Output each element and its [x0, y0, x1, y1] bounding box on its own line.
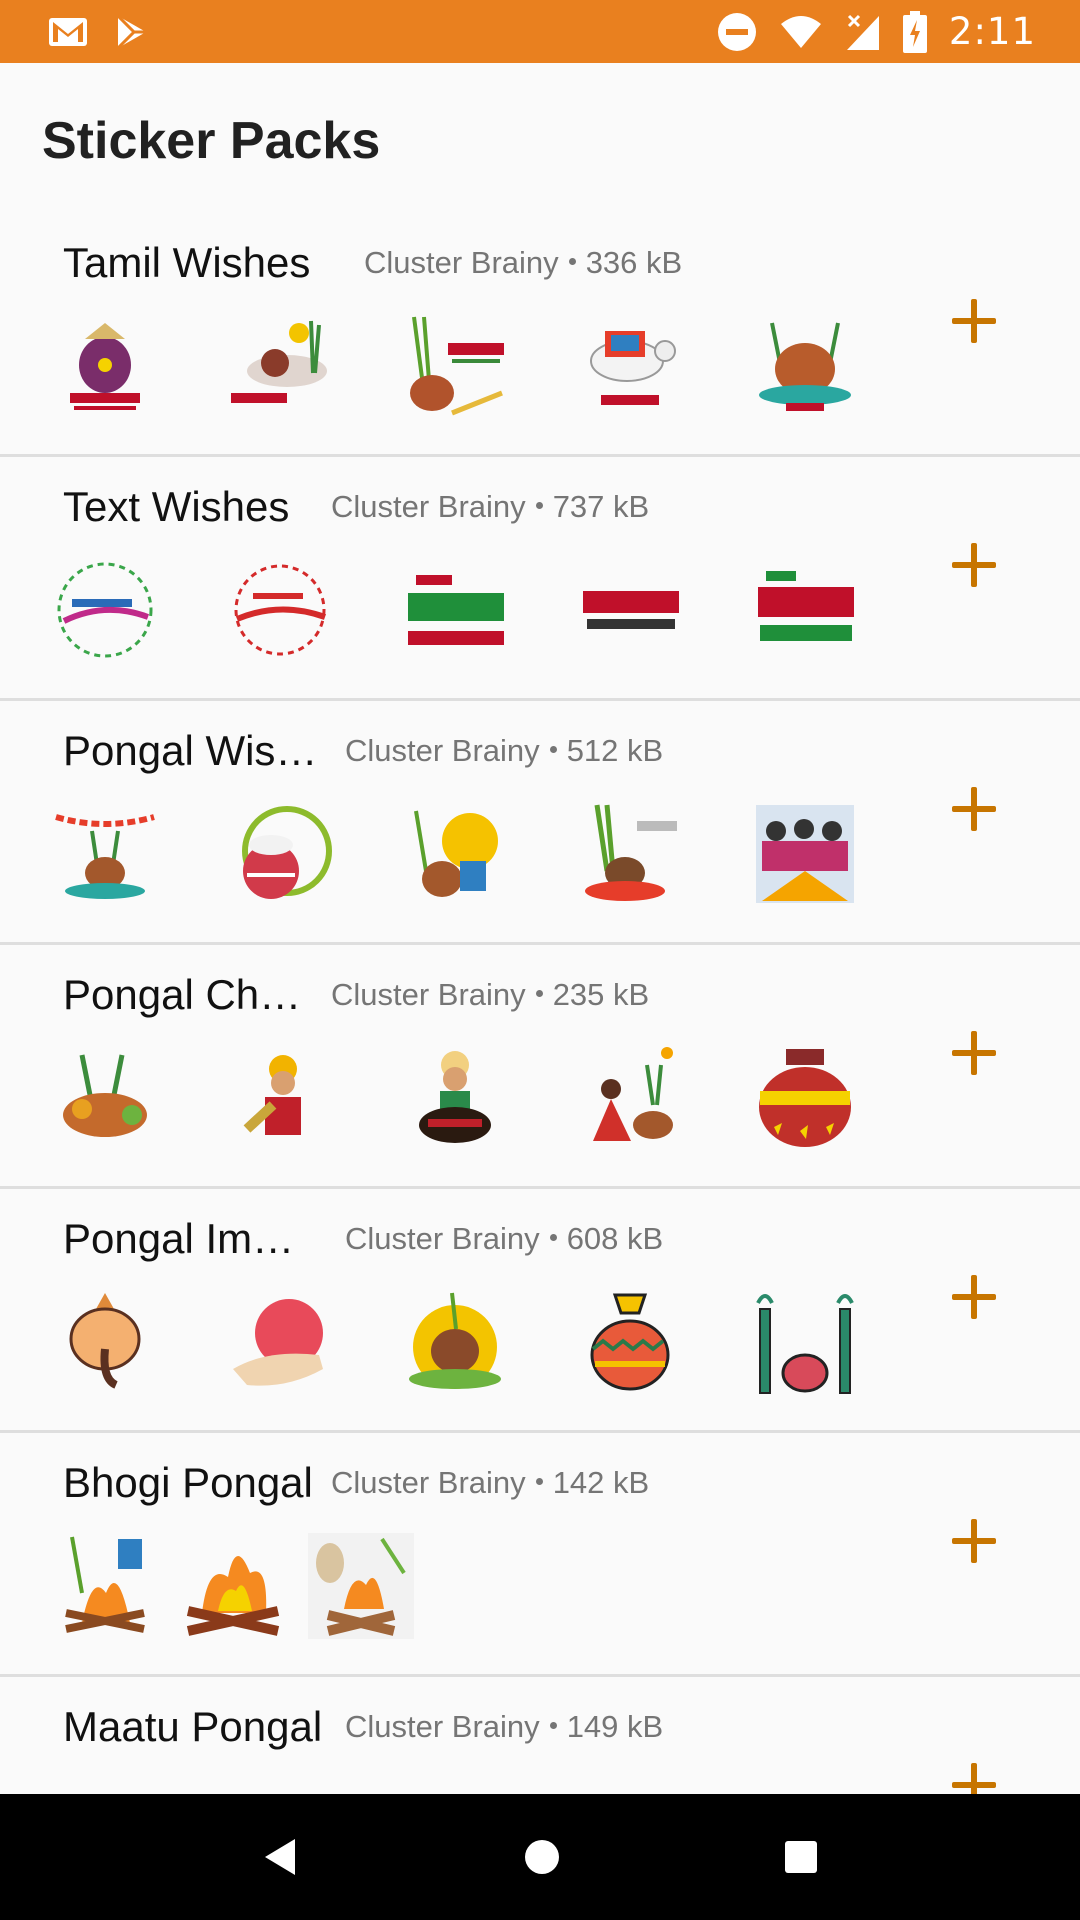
pack-meta: Cluster Brainy 608 kB	[345, 1221, 663, 1257]
do-not-disturb-icon	[717, 12, 756, 51]
add-pack-button[interactable]	[952, 1275, 996, 1319]
sticker-previews	[52, 557, 858, 663]
pack-meta: Cluster Brainy 149 kB	[345, 1709, 663, 1745]
rice-pot-sticker	[242, 806, 332, 899]
pack-title: Maatu Pongal	[63, 1703, 323, 1750]
girl-with-pot-sticker	[593, 1047, 673, 1141]
pack-title: Pongal Characters	[63, 971, 313, 1018]
page-title: Sticker Packs	[42, 112, 381, 170]
separator-dot	[549, 746, 557, 754]
add-pack-button[interactable]	[952, 787, 996, 831]
sugarcane-pot-icon-sticker	[756, 1294, 854, 1394]
sugarcane-pot-sticker	[410, 316, 504, 416]
home-icon[interactable]	[522, 1837, 562, 1877]
recents-icon[interactable]	[783, 1839, 819, 1875]
bonfire-drum-sticker	[308, 1533, 414, 1639]
sticker-pack-row[interactable]: Text Wishes Cluster Brainy 737 kB	[0, 457, 1080, 701]
pongal-pot-sticker	[70, 323, 140, 410]
separator-dot	[549, 1234, 557, 1242]
drummer-sticker	[419, 1051, 491, 1143]
pack-size: 512 kB	[566, 733, 664, 768]
pack-title: Pongal Images	[63, 1215, 313, 1262]
pongal-sun-pot-sticker	[414, 810, 498, 897]
pack-meta: Cluster Brainy 142 kB	[331, 1465, 649, 1501]
pack-publisher: Cluster Brainy	[345, 1221, 540, 1256]
ganesha-sticker	[69, 1293, 141, 1389]
sugarcane-kolam-sticker	[585, 804, 677, 901]
tamil-pongal-greetings-sticker	[758, 571, 854, 641]
pack-title: Tamil Wishes	[63, 239, 311, 286]
decorated-pot-sticker	[759, 1049, 851, 1147]
pack-title: Pongal Wishes	[63, 727, 327, 774]
sticker-previews	[52, 1533, 414, 1639]
festive-pot-bunting-sticker	[55, 814, 155, 899]
add-pack-button[interactable]	[952, 543, 996, 587]
horn-player-sticker	[243, 1055, 301, 1135]
app-bar: Sticker Packs	[0, 63, 1080, 213]
back-icon[interactable]	[261, 1835, 301, 1879]
crowd-celebration-sticker	[756, 805, 854, 903]
happy-pongal-red-text-sticker	[234, 564, 327, 656]
add-pack-button[interactable]	[952, 299, 996, 343]
pack-publisher: Cluster Brainy	[331, 1465, 526, 1500]
sticker-pack-row[interactable]: Maatu Pongal Cluster Brainy 149 kB	[0, 1677, 1080, 1794]
pack-publisher: Cluster Brainy	[331, 489, 526, 524]
sticker-previews	[52, 1289, 858, 1395]
pack-meta: Cluster Brainy 737 kB	[331, 489, 649, 525]
play-store-icon	[116, 14, 146, 49]
tamil-pongal-red-text-sticker	[583, 591, 679, 629]
sticker-pack-row[interactable]: Tamil Wishes Cluster Brainy 336 kB	[0, 213, 1080, 457]
sticker-pack-row[interactable]: Pongal Images Cluster Brainy 608 kB	[0, 1189, 1080, 1433]
bhogi-drum-fire-sticker	[65, 1536, 145, 1633]
pack-meta: Cluster Brainy 235 kB	[331, 977, 649, 1013]
pack-size: 737 kB	[552, 489, 650, 524]
pack-title: Text Wishes	[63, 483, 290, 530]
gmail-icon	[49, 17, 87, 46]
add-pack-button[interactable]	[952, 1031, 996, 1075]
sticker-pack-row[interactable]: Bhogi Pongal Cluster Brainy 142 kB	[0, 1433, 1080, 1677]
add-pack-button[interactable]	[952, 1519, 996, 1563]
pack-publisher: Cluster Brainy	[345, 733, 540, 768]
separator-dot	[535, 502, 543, 510]
pack-size: 149 kB	[566, 1709, 664, 1744]
pack-publisher: Cluster Brainy	[345, 1709, 540, 1744]
pack-meta: Cluster Brainy 512 kB	[345, 733, 663, 769]
navigation-bar	[0, 1794, 1080, 1920]
hand-pot-sticker	[233, 1299, 323, 1386]
tamil-pongal-green-text-sticker	[408, 575, 504, 645]
pack-size: 608 kB	[566, 1221, 664, 1256]
harvest-basket-sticker	[63, 1054, 147, 1137]
sticker-previews	[52, 1045, 858, 1151]
bonfire-sticker	[186, 1555, 280, 1636]
sticker-pack-list[interactable]: Tamil Wishes Cluster Brainy 336 kB Text W…	[0, 213, 1080, 1794]
overflowing-pot-sticker	[759, 322, 851, 411]
pongal-celebration-sticker	[231, 320, 327, 403]
separator-dot	[535, 1478, 543, 1486]
pack-size: 142 kB	[552, 1465, 650, 1500]
sticker-previews	[52, 313, 858, 419]
happy-pongal-text-sticker	[57, 562, 153, 658]
sunrise-pot-sticker	[409, 1292, 501, 1389]
separator-dot	[549, 1722, 557, 1730]
wifi-icon	[780, 15, 821, 48]
separator-dot	[535, 990, 543, 998]
pack-size: 336 kB	[585, 245, 683, 280]
battery-charging-icon	[902, 10, 927, 53]
cell-signal-off-icon	[846, 14, 879, 50]
status-bar: 2:11	[0, 0, 1080, 63]
sticker-pack-row[interactable]: Pongal Wishes Cluster Brainy 512 kB	[0, 701, 1080, 945]
add-pack-button[interactable]	[952, 1763, 996, 1794]
patterned-pot-sticker	[590, 1293, 670, 1391]
decorated-cow-sticker	[590, 331, 676, 405]
separator-dot	[568, 258, 576, 266]
sticker-pack-row[interactable]: Pongal Characters Cluster Brainy 235 kB	[0, 945, 1080, 1189]
pack-meta: Cluster Brainy 336 kB	[364, 245, 682, 281]
sticker-previews	[52, 801, 858, 907]
pack-publisher: Cluster Brainy	[364, 245, 559, 280]
pack-publisher: Cluster Brainy	[331, 977, 526, 1012]
status-time: 2:11	[948, 10, 1036, 53]
pack-size: 235 kB	[552, 977, 650, 1012]
pack-title: Bhogi Pongal	[63, 1459, 313, 1506]
